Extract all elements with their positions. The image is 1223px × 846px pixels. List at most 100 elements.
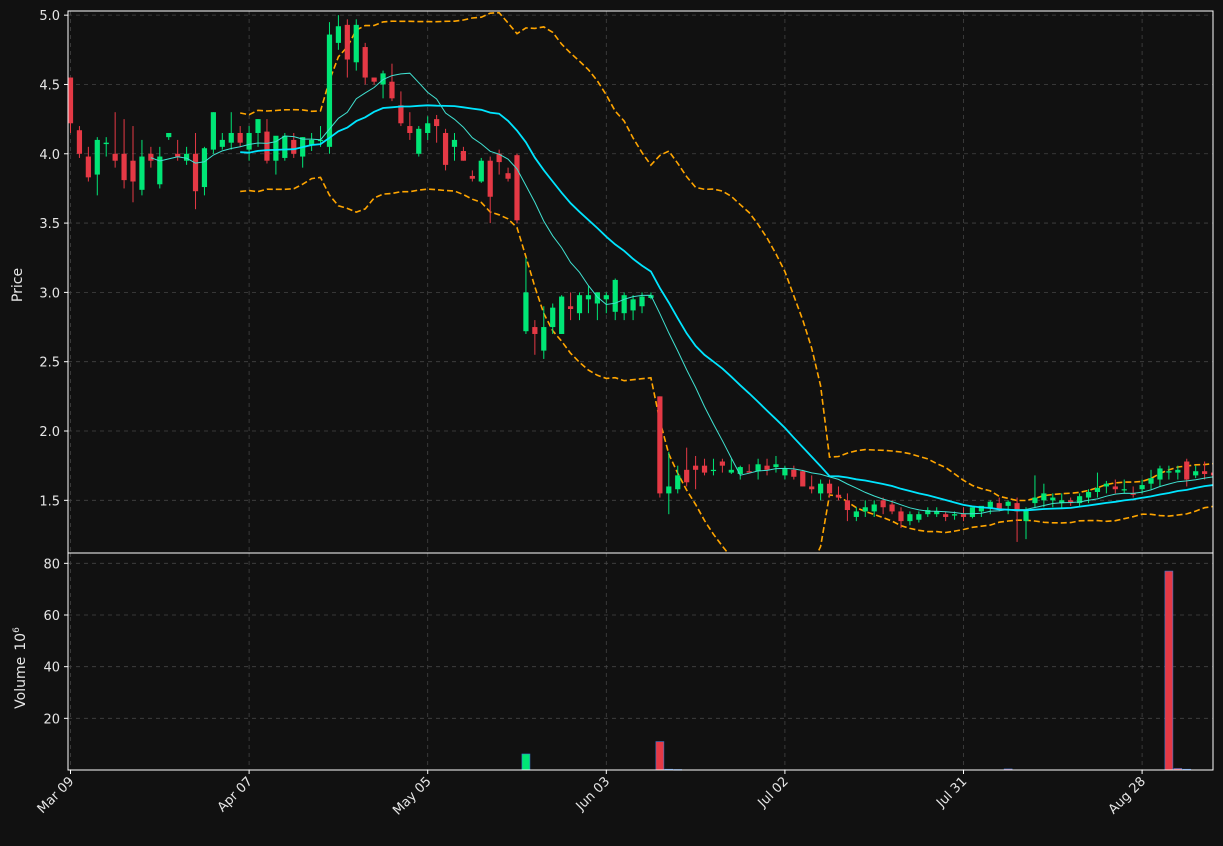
candle-body xyxy=(228,132,234,143)
chart-canvas: 1.52.02.53.03.54.04.55.0 20406080 Mar 09… xyxy=(0,0,1223,842)
candle-body xyxy=(264,131,270,161)
volume-axis-unit: 10 xyxy=(13,633,29,651)
candle-body xyxy=(1041,493,1047,501)
volume-axis-exponent: 6 xyxy=(12,627,22,633)
candle-body xyxy=(693,465,699,470)
candle-body xyxy=(862,507,868,512)
volume-axis-label: Volume 106 xyxy=(12,627,29,709)
candle-body xyxy=(755,464,761,472)
volume-tick-label: 60 xyxy=(43,609,60,624)
candle-body xyxy=(898,511,904,522)
candle-body xyxy=(112,153,118,161)
candle-body xyxy=(139,156,145,190)
candle-body xyxy=(398,105,404,124)
candle-body xyxy=(853,511,859,517)
candle-body xyxy=(710,469,717,472)
candle-body xyxy=(675,475,681,490)
candle-body xyxy=(166,132,172,138)
candle-body xyxy=(960,514,967,517)
candle-body xyxy=(103,142,109,145)
candle-body xyxy=(469,175,475,179)
price-tick-label: 5.0 xyxy=(39,9,60,24)
candle-body xyxy=(728,469,734,473)
price-tick-label: 2.0 xyxy=(39,425,60,440)
candle-body xyxy=(353,24,359,63)
candle-body xyxy=(826,483,833,494)
volume-bar xyxy=(655,741,665,771)
chart-background xyxy=(0,0,1223,842)
candle-body xyxy=(532,327,538,334)
candle-body xyxy=(1005,501,1011,506)
candle-body xyxy=(666,486,672,494)
candle-body xyxy=(362,47,368,78)
volume-bar xyxy=(521,753,531,771)
candle-body xyxy=(344,24,350,60)
candle-body xyxy=(657,396,663,494)
candle-body xyxy=(94,139,100,175)
candle-body xyxy=(1050,497,1056,501)
candle-body xyxy=(800,471,806,487)
candle-body xyxy=(1184,461,1190,480)
candle-body xyxy=(1175,469,1181,473)
candle-body xyxy=(1032,497,1038,504)
candle-body xyxy=(237,132,243,143)
candle-body xyxy=(996,503,1002,509)
candle-body xyxy=(630,299,636,311)
candle-body xyxy=(389,81,395,99)
candle-body xyxy=(916,514,922,520)
candle-body xyxy=(559,296,565,334)
candle-body xyxy=(1023,510,1029,522)
candle-body xyxy=(1112,486,1118,490)
candle-body xyxy=(68,77,74,124)
candle-body xyxy=(1148,478,1154,484)
candle-body xyxy=(326,34,333,147)
candle-body xyxy=(282,135,288,158)
candle-body xyxy=(130,160,136,182)
candle-body xyxy=(273,135,279,161)
candle-body xyxy=(818,483,824,494)
candle-body xyxy=(871,504,877,512)
candle-body xyxy=(460,151,467,161)
candle-body xyxy=(1193,471,1199,476)
candle-body xyxy=(291,139,297,154)
candle-body xyxy=(335,26,341,43)
candle-body xyxy=(773,464,779,468)
stock-chart: 1.5 2.0 2.5 3.0 3.5 4.0 4.5 5.0 20 40 60 80 Mar 09… xyxy=(0,0,1223,842)
candle-body xyxy=(1085,492,1092,498)
candle-body xyxy=(951,514,958,516)
candle-body xyxy=(175,153,181,157)
candle-body xyxy=(612,279,618,312)
candle-body xyxy=(85,156,91,178)
candle-body xyxy=(1202,471,1208,474)
candle-body xyxy=(1139,485,1145,490)
candle-body xyxy=(76,130,83,154)
candle-body xyxy=(478,160,484,182)
candle-body xyxy=(791,469,797,477)
candle-body xyxy=(621,295,627,314)
candle-body xyxy=(1121,489,1127,491)
volume-bar xyxy=(1164,570,1174,771)
candle-body xyxy=(416,128,422,154)
price-axis-label: Price xyxy=(10,268,26,302)
candle-body xyxy=(1103,483,1109,487)
candle-body xyxy=(969,507,976,517)
candle-body xyxy=(943,514,949,517)
candle-body xyxy=(844,500,851,511)
candle-body xyxy=(442,132,449,165)
candle-body xyxy=(1094,487,1101,493)
candle-body xyxy=(576,295,583,314)
volume-tick-label: 80 xyxy=(43,557,60,572)
candle-body xyxy=(809,486,815,490)
candle-body xyxy=(603,295,609,300)
candle-body xyxy=(684,469,690,483)
candle-body xyxy=(487,160,493,197)
price-tick-label: 1.5 xyxy=(39,494,60,509)
candle-body xyxy=(121,153,127,181)
candle-body xyxy=(407,126,413,133)
candle-body xyxy=(201,148,208,188)
candle-body xyxy=(907,514,913,522)
price-tick-label: 4.5 xyxy=(39,78,60,93)
candle-body xyxy=(255,119,261,133)
candle-body xyxy=(434,119,440,127)
candle-body xyxy=(192,153,199,192)
